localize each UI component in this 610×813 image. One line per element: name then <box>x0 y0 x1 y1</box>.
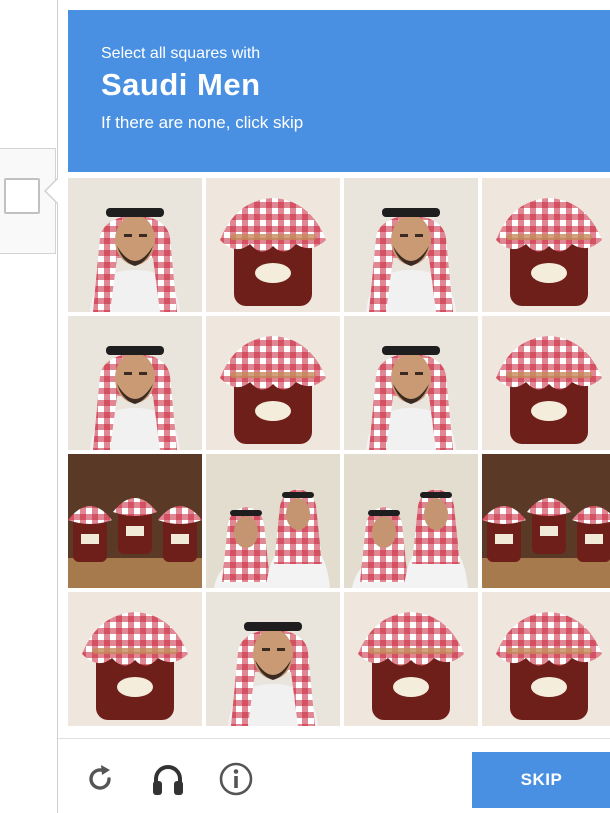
grid-tile-jam-jar[interactable] <box>68 592 202 726</box>
tile-image <box>344 454 478 588</box>
tile-image <box>206 178 340 312</box>
grid-tile-saudi-men[interactable] <box>344 454 478 588</box>
captcha-challenge-popup: Select all squares with Saudi Men If the… <box>57 0 610 813</box>
footer-divider <box>58 738 610 739</box>
info-icon[interactable] <box>214 757 258 801</box>
grid-tile-saudi-man[interactable] <box>344 178 478 312</box>
grid-tile-jam-jar[interactable] <box>206 316 340 450</box>
tile-image <box>206 454 340 588</box>
tile-image <box>344 316 478 450</box>
grid-tile-jam-jar[interactable] <box>206 178 340 312</box>
skip-button[interactable]: SKIP <box>472 752 610 808</box>
tile-image <box>68 316 202 450</box>
grid-tile-jam-jar[interactable] <box>482 316 610 450</box>
reload-icon[interactable] <box>78 757 122 801</box>
grid-tile-jam-jar[interactable] <box>482 178 610 312</box>
tile-image <box>482 316 610 450</box>
image-grid <box>68 178 610 728</box>
tile-image <box>344 178 478 312</box>
headphones-icon[interactable] <box>146 757 190 801</box>
tile-image <box>482 592 610 726</box>
tile-image <box>68 454 202 588</box>
grid-tile-jam-jars[interactable] <box>68 454 202 588</box>
instruction-text: Select all squares with <box>101 45 261 62</box>
grid-tile-saudi-man[interactable] <box>344 316 478 450</box>
grid-tile-saudi-man[interactable] <box>68 178 202 312</box>
grid-tile-jam-jar[interactable] <box>344 592 478 726</box>
popup-pointer-fill <box>46 179 58 203</box>
grid-tile-jam-jar[interactable] <box>482 592 610 726</box>
grid-tile-saudi-man[interactable] <box>68 316 202 450</box>
grid-tile-jam-jars[interactable] <box>482 454 610 588</box>
tile-image <box>206 592 340 726</box>
tile-image <box>68 178 202 312</box>
captcha-checkbox[interactable] <box>4 178 40 214</box>
grid-tile-saudi-men[interactable] <box>206 454 340 588</box>
hint-text: If there are none, click skip <box>101 113 304 132</box>
challenge-header: Select all squares with Saudi Men If the… <box>68 10 610 172</box>
tile-image <box>482 454 610 588</box>
tile-image <box>206 316 340 450</box>
tile-image <box>344 592 478 726</box>
target-label: Saudi Men <box>101 67 261 102</box>
grid-tile-saudi-man[interactable] <box>206 592 340 726</box>
tile-image <box>68 592 202 726</box>
tile-image <box>482 178 610 312</box>
